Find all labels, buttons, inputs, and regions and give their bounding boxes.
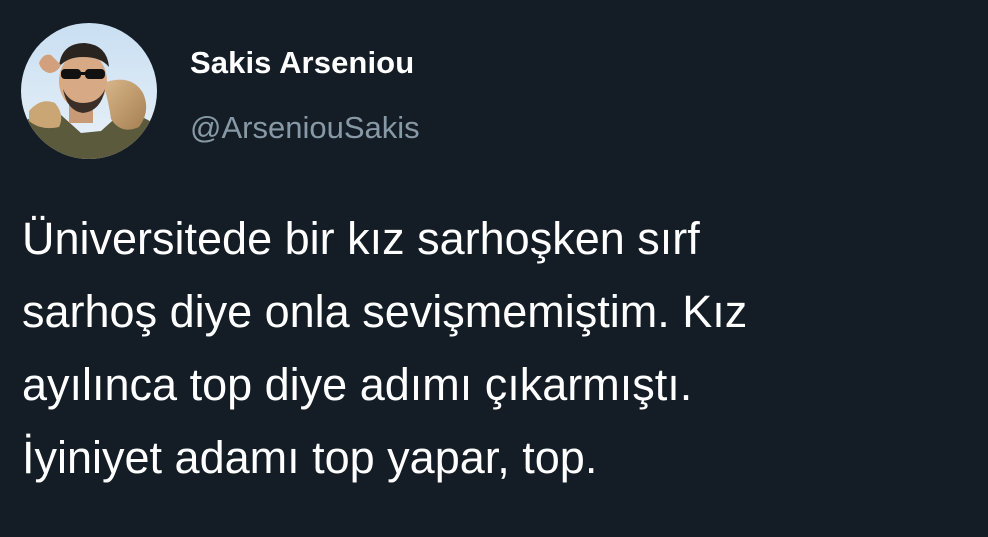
tweet-text-line: ayılınca top diye adımı çıkarmıştı. bbox=[22, 359, 693, 410]
tweet-text: Üniversitede bir kız sarhoşken sırf sarh… bbox=[22, 202, 982, 494]
avatar-photo bbox=[21, 23, 157, 159]
tweet-text-line: Üniversitede bir kız sarhoşken sırf bbox=[22, 213, 700, 264]
tweet-text-line: İyiniyet adamı top yapar, top. bbox=[22, 432, 598, 483]
profile-avatar[interactable] bbox=[21, 23, 157, 159]
author-handle[interactable]: @ArseniouSakis bbox=[190, 110, 420, 146]
tweet-text-line: sarhoş diye onla sevişmemiştim. Kız bbox=[22, 286, 748, 337]
tweet-card: Sakis Arseniou @ArseniouSakis Üniversite… bbox=[0, 0, 988, 537]
author-display-name[interactable]: Sakis Arseniou bbox=[190, 45, 414, 81]
